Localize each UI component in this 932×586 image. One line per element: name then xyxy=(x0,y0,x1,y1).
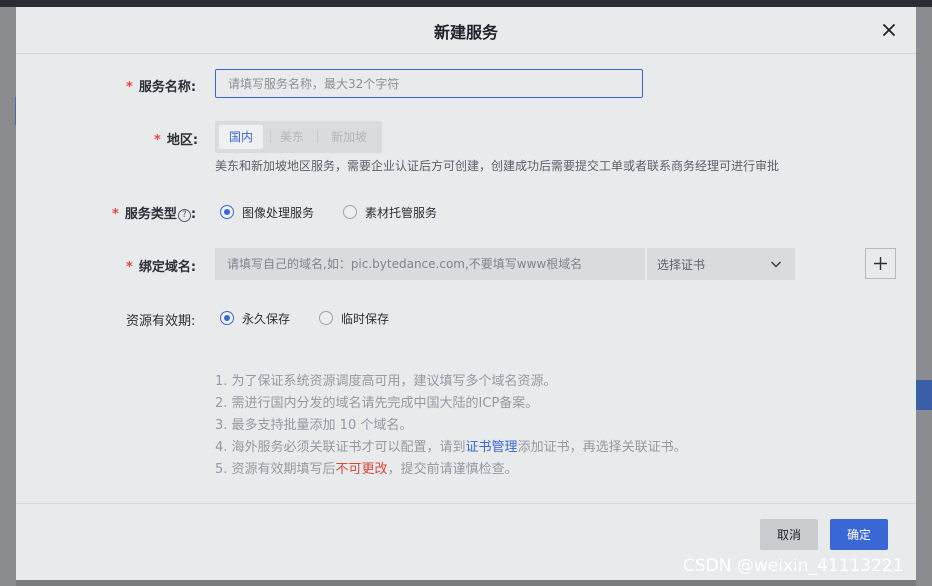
radio-permanent[interactable] xyxy=(220,311,234,325)
radio-label-asset-hosting[interactable]: 素材托管服务 xyxy=(365,204,437,221)
radio-label-temporary[interactable]: 临时保存 xyxy=(341,310,389,327)
domain-label: * 绑定域名: xyxy=(126,260,197,275)
radio-label-image-processing[interactable]: 图像处理服务 xyxy=(242,204,314,221)
background-page-left xyxy=(0,7,16,586)
service-type-label: * 服务类型?: xyxy=(112,207,197,222)
note-item: 5. 资源有效期填写后不可更改，提交前请谨慎检查。 xyxy=(215,462,518,477)
footer-divider xyxy=(16,503,916,504)
header-divider xyxy=(16,53,916,54)
certificate-select-label: 选择证书 xyxy=(657,258,706,272)
background-button xyxy=(916,380,932,410)
radio-image-processing[interactable] xyxy=(220,205,234,219)
certificate-select[interactable]: 选择证书 xyxy=(647,248,795,280)
dialog-header: 新建服务 xyxy=(16,7,916,53)
radio-temporary[interactable] xyxy=(319,311,333,325)
new-service-dialog: 新建服务 *服务名称: *地区: 国内 美东 新加坡 美东和新加坡地区服务，需要… xyxy=(16,7,916,580)
warning-text: 不可更改 xyxy=(335,462,388,477)
plus-icon xyxy=(874,257,887,270)
chevron-down-icon xyxy=(770,261,782,268)
service-name-input[interactable] xyxy=(215,69,643,98)
cancel-button[interactable]: 取消 xyxy=(760,519,818,550)
add-domain-button[interactable] xyxy=(865,248,896,279)
radio-label-permanent[interactable]: 永久保存 xyxy=(242,310,290,327)
segment-divider xyxy=(317,131,318,143)
required-mark: * xyxy=(126,260,133,275)
segment-divider xyxy=(270,131,271,143)
note-item: 2. 需进行国内分发的域名请先完成中国大陆的ICP备案。 xyxy=(215,396,539,411)
region-label: * 地区: xyxy=(154,133,199,148)
notes-list: 1. 为了保证系统资源调度高可用，建议填写多个域名资源。 2. 需进行国内分发的… xyxy=(215,371,687,481)
region-option-domestic[interactable]: 国内 xyxy=(219,125,263,149)
required-mark: * xyxy=(112,207,119,222)
required-mark: * xyxy=(154,133,161,148)
note-item: 1. 为了保证系统资源调度高可用，建议填写多个域名资源。 xyxy=(215,374,557,389)
note-item: 4. 海外服务必须关联证书才可以配置，请到证书管理添加证书，再选择关联证书。 xyxy=(215,440,687,455)
watermark: CSDN @weixin_41113221 xyxy=(683,556,904,576)
note-item: 3. 最多支持批量添加 10 个域名。 xyxy=(215,418,413,433)
validity-label: 资源有效期: xyxy=(126,314,196,329)
close-icon[interactable] xyxy=(879,20,899,40)
confirm-button[interactable]: 确定 xyxy=(830,519,888,550)
background-page-right xyxy=(916,7,932,586)
radio-asset-hosting[interactable] xyxy=(343,205,357,219)
region-hint: 美东和新加坡地区服务，需要企业认证后方可创建，创建成功后需要提交工单或者联系商务… xyxy=(215,159,780,173)
region-option-singapore[interactable]: 新加坡 xyxy=(321,125,377,149)
dialog-title: 新建服务 xyxy=(433,23,498,42)
help-icon[interactable]: ? xyxy=(177,209,191,222)
certificate-management-link[interactable]: 证书管理 xyxy=(466,440,518,455)
region-option-us-east[interactable]: 美东 xyxy=(272,125,312,149)
service-name-label: * 服务名称: xyxy=(126,80,197,95)
required-mark: * xyxy=(126,80,133,95)
region-segmented-control: 国内 美东 新加坡 xyxy=(215,121,382,153)
domain-input[interactable] xyxy=(215,248,645,280)
top-bar xyxy=(0,0,932,7)
